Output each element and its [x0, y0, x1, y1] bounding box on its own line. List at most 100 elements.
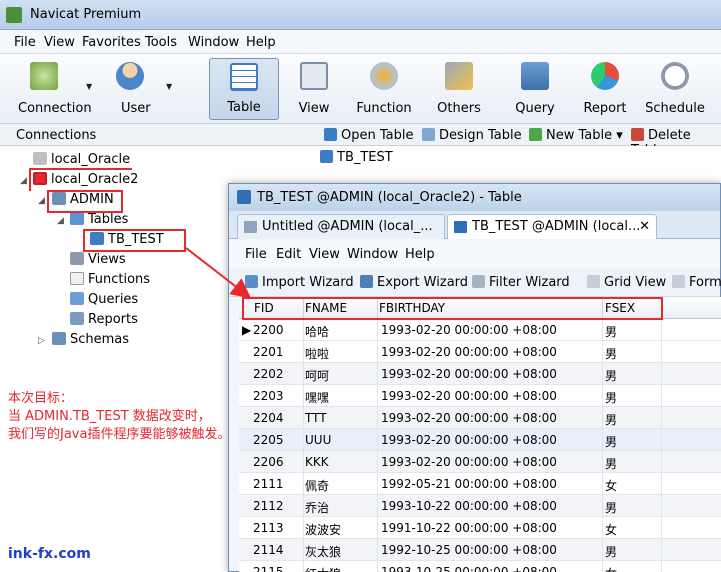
new-table-button[interactable]: New Table ▾ [529, 128, 623, 143]
tree-node-local-oracle[interactable]: local_Oracle [33, 152, 130, 167]
cell-fname[interactable]: 灰太狼 [305, 543, 341, 560]
cell-fname[interactable]: 红太狼 [305, 565, 341, 572]
cell-fid[interactable]: 2111 [253, 477, 284, 491]
export-wizard-button[interactable]: Export Wizard [360, 275, 468, 290]
cell-fbirthday[interactable]: 1993-10-25 00:00:00 +08:00 [381, 565, 557, 572]
others-button[interactable]: Others [429, 58, 489, 120]
cell-fbirthday[interactable]: 1993-02-20 00:00:00 +08:00 [381, 411, 557, 425]
cell-fid[interactable]: 2206 [253, 455, 284, 469]
cell-fbirthday[interactable]: 1993-02-20 00:00:00 +08:00 [381, 389, 557, 403]
function-button[interactable]: Function [354, 58, 414, 120]
grid-view-button[interactable]: Grid View [587, 275, 666, 290]
connection-dropdown-icon[interactable]: ▼ [86, 82, 92, 91]
table-row[interactable]: 2112 乔治 1993-10-22 00:00:00 +08:00 男 [239, 495, 721, 517]
filter-wizard-button[interactable]: Filter Wizard [472, 275, 570, 290]
cell-fname[interactable]: 哈哈 [305, 323, 329, 340]
connection-button[interactable]: Connection [14, 58, 92, 120]
cell-fsex[interactable]: 男 [605, 411, 617, 428]
schedule-button[interactable]: Schedule [645, 58, 705, 120]
cell-fsex[interactable]: 男 [605, 389, 617, 406]
tab-untitled-query[interactable]: Untitled @ADMIN (local_... [237, 214, 445, 239]
cell-fname[interactable]: 乔治 [305, 499, 329, 516]
menu-help[interactable]: Help [246, 35, 276, 50]
cell-fsex[interactable]: 女 [605, 477, 617, 494]
cell-fsex[interactable]: 女 [605, 565, 617, 572]
design-table-button[interactable]: Design Table [422, 128, 522, 143]
cell-fid[interactable]: 2112 [253, 499, 284, 513]
cell-fsex[interactable]: 男 [605, 455, 617, 472]
cell-fname[interactable]: UUU [305, 433, 331, 447]
collapse-arrow-icon[interactable]: ▷ [38, 336, 45, 346]
cell-fbirthday[interactable]: 1993-10-22 00:00:00 +08:00 [381, 499, 557, 513]
menu-window[interactable]: Window [188, 35, 239, 50]
cell-fbirthday[interactable]: 1991-10-22 00:00:00 +08:00 [381, 521, 557, 535]
table-row[interactable]: 2111 佩奇 1992-05-21 00:00:00 +08:00 女 [239, 473, 721, 495]
object-list-item-tb-test[interactable]: TB_TEST [320, 150, 393, 165]
open-table-button[interactable]: Open Table [324, 128, 413, 143]
cell-fsex[interactable]: 男 [605, 543, 617, 560]
cell-fname[interactable]: TTT [305, 411, 327, 425]
cell-fsex[interactable]: 男 [605, 323, 617, 340]
menu-edit[interactable]: Edit [276, 247, 301, 262]
table-row[interactable]: 2201 啦啦 1993-02-20 00:00:00 +08:00 男 [239, 341, 721, 363]
table-row[interactable]: 2206 KKK 1993-02-20 00:00:00 +08:00 男 [239, 451, 721, 473]
user-button[interactable]: User [104, 58, 164, 120]
cell-fname[interactable]: 嘿嘿 [305, 389, 329, 406]
tree-node-views[interactable]: Views [70, 252, 126, 267]
cell-fsex[interactable]: 男 [605, 433, 617, 450]
cell-fbirthday[interactable]: 1993-02-20 00:00:00 +08:00 [381, 433, 557, 447]
table-button[interactable]: Table [209, 58, 279, 120]
table-row[interactable]: 2204 TTT 1993-02-20 00:00:00 +08:00 男 [239, 407, 721, 429]
cell-fbirthday[interactable]: 1992-05-21 00:00:00 +08:00 [381, 477, 557, 491]
table-window-title-bar[interactable]: TB_TEST @ADMIN (local_Oracle2) - Table [229, 184, 720, 211]
menu-view[interactable]: View [44, 35, 75, 50]
cell-fid[interactable]: 2114 [253, 543, 284, 557]
cell-fbirthday[interactable]: 1993-02-20 00:00:00 +08:00 [381, 345, 557, 359]
query-button[interactable]: Query [505, 58, 565, 120]
menu-favorites[interactable]: Favorites [82, 35, 141, 50]
cell-fbirthday[interactable]: 1992-10-25 00:00:00 +08:00 [381, 543, 557, 557]
tree-node-functions[interactable]: Functions [70, 272, 150, 287]
cell-fsex[interactable]: 男 [605, 345, 617, 362]
cell-fid[interactable]: 2204 [253, 411, 284, 425]
expand-arrow-icon[interactable]: ◢ [38, 196, 45, 206]
cell-fname[interactable]: 佩奇 [305, 477, 329, 494]
report-button[interactable]: Report [575, 58, 635, 120]
expand-arrow-icon[interactable]: ◢ [57, 216, 64, 226]
import-wizard-button[interactable]: Import Wizard [245, 275, 354, 290]
menu-tools[interactable]: Tools [145, 35, 177, 50]
cell-fid[interactable]: 2201 [253, 345, 284, 359]
table-row[interactable]: 2115 红太狼 1993-10-25 00:00:00 +08:00 女 [239, 561, 721, 572]
table-row[interactable]: ▶ 2200 哈哈 1993-02-20 00:00:00 +08:00 男 [239, 319, 721, 341]
table-row[interactable]: 2205 UUU 1993-02-20 00:00:00 +08:00 男 [239, 429, 721, 451]
cell-fname[interactable]: 啦啦 [305, 345, 329, 362]
table-row[interactable]: 2113 波波安 1991-10-22 00:00:00 +08:00 女 [239, 517, 721, 539]
cell-fbirthday[interactable]: 1993-02-20 00:00:00 +08:00 [381, 455, 557, 469]
cell-fbirthday[interactable]: 1993-02-20 00:00:00 +08:00 [381, 323, 557, 337]
close-tab-icon[interactable]: ✕ [639, 219, 650, 234]
menu-window[interactable]: Window [347, 247, 398, 262]
user-dropdown-icon[interactable]: ▼ [166, 82, 172, 91]
table-row[interactable]: 2114 灰太狼 1992-10-25 00:00:00 +08:00 男 [239, 539, 721, 561]
cell-fname[interactable]: 呵呵 [305, 367, 329, 384]
tab-tb-test[interactable]: TB_TEST @ADMIN (local... ✕ [447, 214, 657, 239]
view-button[interactable]: View [284, 58, 344, 120]
tree-node-queries[interactable]: Queries [70, 292, 138, 307]
menu-file[interactable]: File [14, 35, 36, 50]
expand-arrow-icon[interactable]: ◢ [20, 176, 27, 186]
menu-help[interactable]: Help [405, 247, 435, 262]
form-view-button[interactable]: Form [672, 275, 721, 290]
tree-node-tables[interactable]: Tables [70, 212, 128, 227]
cell-fid[interactable]: 2115 [253, 565, 284, 572]
menu-file[interactable]: File [245, 247, 267, 262]
cell-fid[interactable]: 2200 [253, 323, 284, 337]
cell-fid[interactable]: 2113 [253, 521, 284, 535]
cell-fid[interactable]: 2205 [253, 433, 284, 447]
cell-fid[interactable]: 2203 [253, 389, 284, 403]
table-row[interactable]: 2203 嘿嘿 1993-02-20 00:00:00 +08:00 男 [239, 385, 721, 407]
cell-fname[interactable]: KKK [305, 455, 329, 469]
cell-fid[interactable]: 2202 [253, 367, 284, 381]
cell-fsex[interactable]: 男 [605, 367, 617, 384]
cell-fbirthday[interactable]: 1993-02-20 00:00:00 +08:00 [381, 367, 557, 381]
cell-fsex[interactable]: 女 [605, 521, 617, 538]
